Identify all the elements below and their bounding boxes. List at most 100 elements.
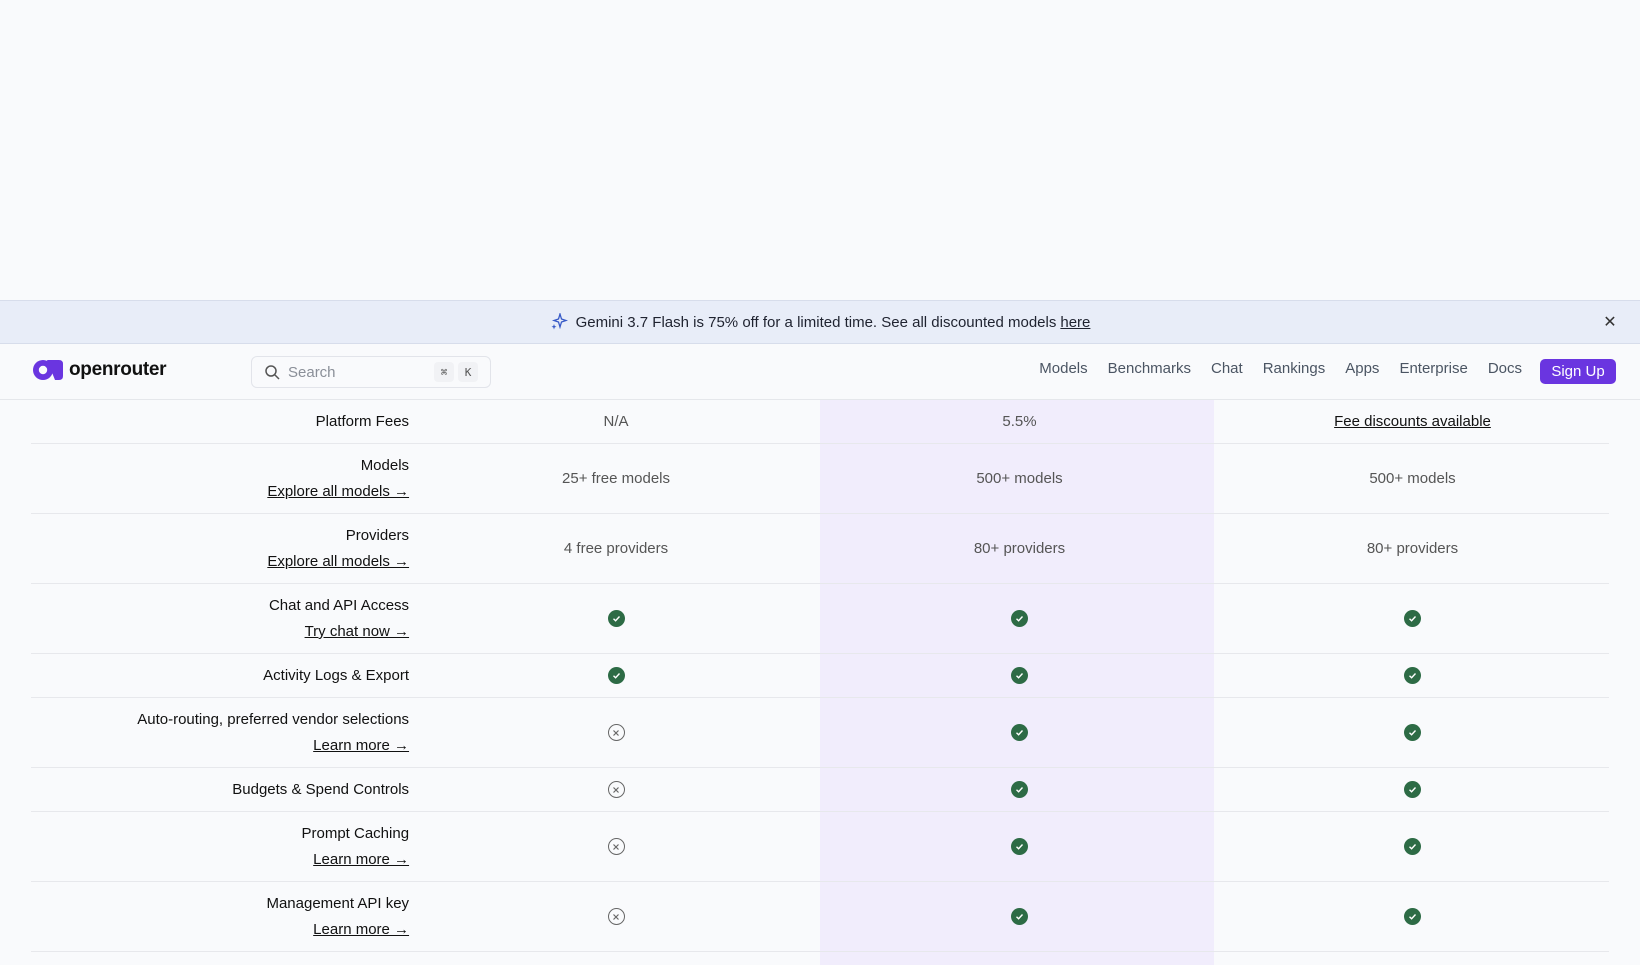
cell-value: 5.5% <box>1002 413 1037 430</box>
cell-free <box>409 654 823 697</box>
cell-value: N/A <box>603 413 629 430</box>
cell-enterprise <box>1216 584 1609 653</box>
pricing-table: Platform Fees N/A 5.5% Fee discounts availa… <box>31 400 1609 952</box>
row-label-cell: Chat and API Access Try chat now → <box>31 584 409 653</box>
cell-enterprise: 80+ providers <box>1216 514 1609 583</box>
nav-rankings[interactable]: Rankings <box>1263 360 1326 377</box>
banner-link[interactable]: here <box>1060 314 1090 331</box>
row-label: Platform Fees <box>315 413 410 430</box>
cell-free: 4 free providers <box>409 514 823 583</box>
row-link[interactable]: Explore all models → <box>267 553 409 570</box>
row-label-cell: Auto-routing, preferred vendor selection… <box>31 698 409 767</box>
blank-area <box>0 0 1640 300</box>
cell-payg <box>823 698 1216 767</box>
cell-enterprise: 500+ models <box>1216 444 1609 513</box>
openrouter-logo-icon <box>33 360 63 380</box>
check-icon <box>1404 724 1421 741</box>
row-label: Budgets & Spend Controls <box>232 781 410 798</box>
row-label: Prompt Caching <box>301 825 410 842</box>
cell-free: 25+ free models <box>409 444 823 513</box>
cell-enterprise: Fee discounts available <box>1216 400 1609 443</box>
row-label: Activity Logs & Export <box>263 667 410 684</box>
row-link[interactable]: Learn more → <box>313 921 409 938</box>
row-link[interactable]: Explore all models → <box>267 483 409 500</box>
navbar: openrouter ⌘ K Models Benchmarks Chat Ra… <box>0 344 1640 400</box>
row-label-cell: Providers Explore all models → <box>31 514 409 583</box>
cell-payg <box>823 584 1216 653</box>
cell-payg <box>823 768 1216 811</box>
row-label-cell: Models Explore all models → <box>31 444 409 513</box>
search-icon <box>265 365 280 380</box>
row-link[interactable]: Learn more → <box>313 851 409 868</box>
cell-payg <box>823 654 1216 697</box>
table-row: Platform Fees N/A 5.5% Fee discounts availa… <box>31 400 1609 444</box>
search-input[interactable] <box>288 363 438 381</box>
row-label-cell: Management API key Learn more → <box>31 882 409 951</box>
check-icon <box>1011 781 1028 798</box>
row-label-cell: Activity Logs & Export <box>31 654 409 697</box>
nav-enterprise[interactable]: Enterprise <box>1399 360 1467 377</box>
cell-free <box>409 882 823 951</box>
row-label-cell: Platform Fees <box>31 400 409 443</box>
promo-banner: Gemini 3.7 Flash is 75% off for a limite… <box>0 300 1640 344</box>
x-circle-icon <box>607 838 625 855</box>
cell-value: 25+ free models <box>562 470 671 487</box>
row-link[interactable]: Try chat now → <box>305 623 409 640</box>
cell-enterprise <box>1216 768 1609 811</box>
table-row: Chat and API Access Try chat now → <box>31 584 1609 654</box>
banner-text: Gemini 3.7 Flash is 75% off for a limite… <box>575 313 1057 331</box>
check-icon <box>607 610 625 627</box>
row-label-cell: Budgets & Spend Controls <box>31 768 409 811</box>
check-icon <box>1404 908 1421 925</box>
cell-payg: 500+ models <box>823 444 1216 513</box>
cell-value: 4 free providers <box>563 540 669 557</box>
kbd-k: K <box>458 362 478 382</box>
table-row: Activity Logs & Export <box>31 654 1609 698</box>
search-box[interactable]: ⌘ K <box>251 356 491 388</box>
cell-free: N/A <box>409 400 823 443</box>
x-circle-icon <box>607 781 625 798</box>
row-label: Chat and API Access <box>268 597 410 614</box>
nav-chat[interactable]: Chat <box>1211 360 1243 377</box>
cell-payg <box>823 882 1216 951</box>
check-icon <box>1011 724 1028 741</box>
nav-models[interactable]: Models <box>1039 360 1087 377</box>
cell-value: 500+ models <box>1369 470 1456 487</box>
cell-enterprise <box>1216 882 1609 951</box>
nav-benchmarks[interactable]: Benchmarks <box>1108 360 1191 377</box>
x-circle-icon <box>607 724 625 741</box>
logo[interactable]: openrouter <box>33 359 167 381</box>
cell-value: 80+ providers <box>1366 540 1459 557</box>
row-label: Auto-routing, preferred vendor selection… <box>137 711 410 728</box>
sign-up-button[interactable]: Sign Up <box>1540 359 1616 384</box>
row-label: Providers <box>345 527 410 544</box>
check-icon <box>1404 610 1421 627</box>
row-link[interactable]: Learn more → <box>313 737 409 754</box>
check-icon <box>607 667 625 684</box>
cell-enterprise <box>1216 698 1609 767</box>
row-label: Models <box>360 457 410 474</box>
cell-payg: 80+ providers <box>823 514 1216 583</box>
close-icon[interactable]: ✕ <box>1600 312 1620 332</box>
cell-value[interactable]: Fee discounts available <box>1334 413 1491 430</box>
kbd-cmd: ⌘ <box>434 362 454 382</box>
cell-enterprise <box>1216 812 1609 881</box>
nav-docs[interactable]: Docs <box>1488 360 1522 377</box>
cell-free <box>409 768 823 811</box>
table-row: Auto-routing, preferred vendor selection… <box>31 698 1609 768</box>
row-label: Management API key <box>266 895 410 912</box>
cell-payg <box>823 812 1216 881</box>
check-icon <box>1011 838 1028 855</box>
logo-text: openrouter <box>69 359 167 380</box>
cell-value: 80+ providers <box>973 540 1066 557</box>
x-circle-icon <box>607 908 625 925</box>
cell-free <box>409 698 823 767</box>
check-icon <box>1404 781 1421 798</box>
cell-payg: 5.5% <box>823 400 1216 443</box>
sparkle-icon <box>550 313 568 331</box>
nav-apps[interactable]: Apps <box>1345 360 1379 377</box>
cell-enterprise <box>1216 654 1609 697</box>
cell-value: 500+ models <box>976 470 1063 487</box>
table-row: Prompt Caching Learn more → <box>31 812 1609 882</box>
cell-free <box>409 584 823 653</box>
